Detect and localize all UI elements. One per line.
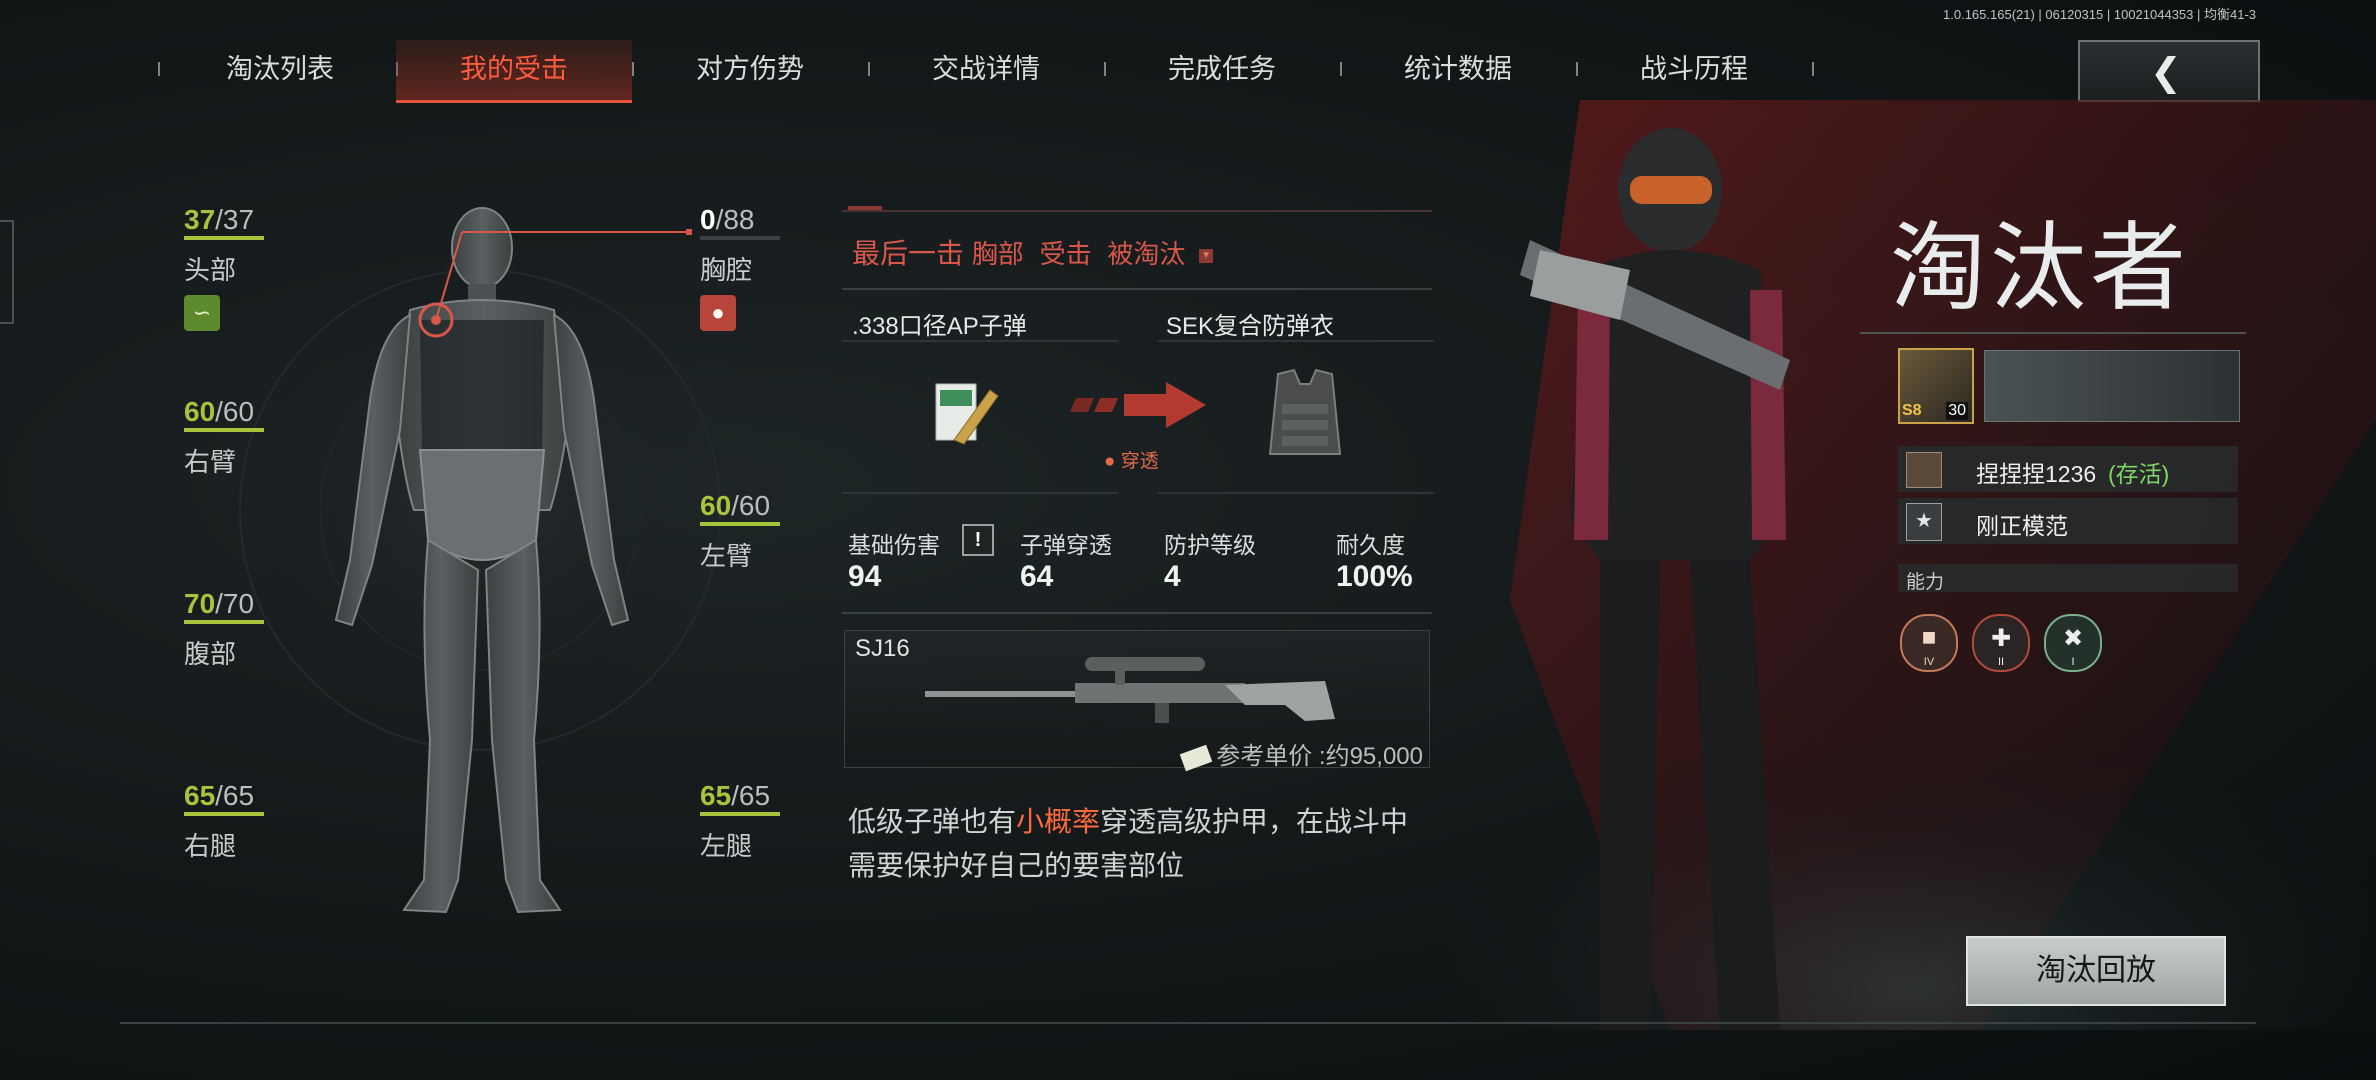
divider-accent <box>848 206 882 210</box>
tab-engagement-details[interactable]: 交战详情 <box>868 40 1104 100</box>
stat-left-arm: 60/60 左臂 <box>700 490 780 573</box>
ability-bandage-icon[interactable]: ✖ I <box>2044 614 2102 672</box>
body-figure <box>239 207 721 914</box>
alive-status: (存活) <box>2108 461 2170 487</box>
tab-elimination-list[interactable]: 淘汰列表 <box>162 40 398 100</box>
ability-weapon-icon[interactable]: ✚ II <box>1972 614 2030 672</box>
back-button[interactable]: ❮ <box>2078 40 2260 102</box>
stat-right-leg: 65/65 右腿 <box>184 780 264 863</box>
divider <box>842 288 1432 290</box>
eliminator-title: 淘汰者 <box>1890 212 2190 324</box>
stat-head: 37/37 头部 ∽ <box>184 204 264 331</box>
stat-penetration: 子弹穿透 64 <box>1020 532 1112 593</box>
divider <box>1158 492 1434 494</box>
penetrate-icon: ● <box>1104 451 1116 472</box>
side-bracket <box>0 220 14 324</box>
player-name-row: 捏捏捏1236 (存活) <box>1898 446 2238 492</box>
weapon-name: SJ16 <box>855 635 910 662</box>
money-icon <box>1180 744 1213 771</box>
ammo-name: .338口径AP子弹 <box>852 313 1027 340</box>
stat-durability: 耐久度 100% <box>1336 532 1413 593</box>
divider <box>842 340 1118 342</box>
tab-bar: 淘汰列表 我的受击 对方伤势 交战详情 完成任务 统计数据 战斗历程 <box>120 40 1820 103</box>
stat-left-leg: 65/65 左腿 <box>700 780 780 863</box>
version-text: 1.0.165.165(21) | 06120315 | 10021044353… <box>1943 7 2256 22</box>
ammo-box-icon <box>935 383 999 445</box>
penetrate-arrow-icon <box>1070 382 1206 428</box>
stat-abdomen: 70/70 腹部 <box>184 588 264 671</box>
penetrate-label: ● 穿透 <box>1104 451 1159 472</box>
bleeding-icon: ● <box>700 295 736 331</box>
chevron-left-icon: ❮ <box>2150 52 2182 94</box>
level-badge: 30 <box>1946 402 1968 420</box>
divider <box>842 612 1432 614</box>
dropdown-icon[interactable]: ▼ <box>1199 248 1214 263</box>
star-shield-icon: ★ <box>1906 503 1942 541</box>
stat-protection-level: 防护等级 4 <box>1164 532 1256 593</box>
tab-battle-history[interactable]: 战斗历程 <box>1576 40 1812 100</box>
armor-vest-icon <box>1268 368 1342 455</box>
divider <box>1860 332 2246 334</box>
honor-row: ★ 刚正模范 <box>1898 498 2238 544</box>
tab-completed-tasks[interactable]: 完成任务 <box>1104 40 1340 100</box>
avatar[interactable]: S8 30 <box>1898 348 1974 424</box>
weapon-price: 参考单价 :约95,000 <box>1180 736 1423 771</box>
stat-chest: 0/88 胸腔 ● <box>700 204 780 331</box>
armor-name: SEK复合防弹衣 <box>1166 313 1335 340</box>
tip-text: 低级子弹也有小概率穿透高级护甲，在战斗中 需要保护好自己的要害部位 <box>848 806 1409 881</box>
divider <box>1158 340 1434 342</box>
divider <box>842 492 1118 494</box>
weapon-card[interactable]: SJ16 参考单价 :约95,000 <box>844 630 1430 771</box>
tab-separator <box>1812 62 1814 76</box>
sniper-rifle-icon <box>925 657 1335 723</box>
tab-separator <box>158 62 160 76</box>
rank-icon <box>1906 452 1942 488</box>
kill-summary: 最后一击 胸部 受击 被淘汰 ▼ <box>852 232 1214 272</box>
tab-my-hits[interactable]: 我的受击 <box>396 40 632 103</box>
tab-statistics[interactable]: 统计数据 <box>1340 40 1576 100</box>
divider <box>842 210 1432 212</box>
ability-header: 能力 <box>1898 564 2238 593</box>
stat-base-damage: 基础伤害 94 <box>848 532 940 593</box>
ear-icon: ∽ <box>184 295 220 331</box>
ability-lock-icon[interactable]: ■ IV <box>1900 614 1958 672</box>
name-card-banner[interactable] <box>1984 350 2240 422</box>
stat-right-arm: 60/60 右臂 <box>184 396 264 479</box>
bottom-divider <box>120 1022 2256 1024</box>
tab-enemy-injury[interactable]: 对方伤势 <box>632 40 868 100</box>
info-icon[interactable]: ! <box>962 524 994 556</box>
elimination-replay-button[interactable]: 淘汰回放 <box>1966 936 2226 1006</box>
